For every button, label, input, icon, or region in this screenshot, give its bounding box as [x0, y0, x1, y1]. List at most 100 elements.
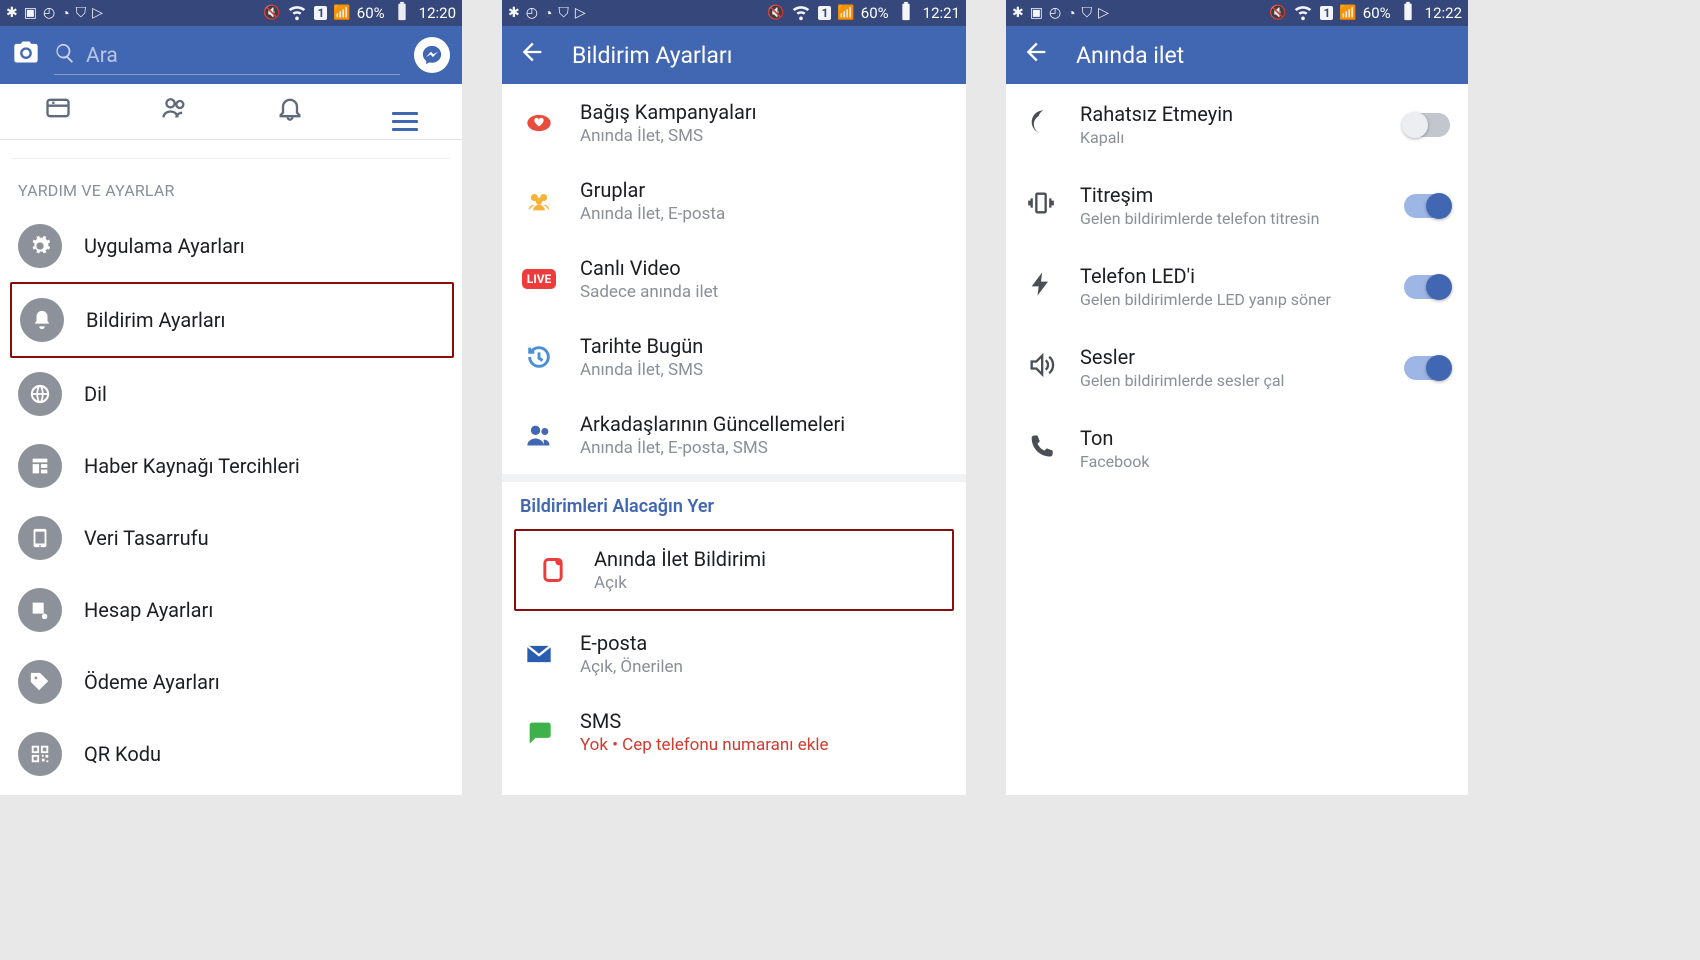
phone-handset-icon	[1024, 432, 1058, 466]
toggle-vibrate[interactable]	[1404, 194, 1450, 218]
setting-email[interactable]: E-posta Açık, Önerilen	[502, 615, 966, 693]
groups-icon	[520, 182, 558, 220]
menu-app-settings[interactable]: Uygulama Ayarları	[0, 210, 462, 282]
status-bar: ✱ ▣ ◴ ◔ ⛉ ▷ 🔇 1 📶 60% 12:20	[0, 0, 462, 26]
setting-title: Gruplar	[580, 178, 725, 202]
setting-push[interactable]: Anında İlet Bildirimi Açık	[514, 529, 954, 611]
menu-payment-settings[interactable]: Ödeme Ayarları	[0, 646, 462, 718]
setting-live-video[interactable]: LIVE Canlı Video Sadece anında ilet	[502, 240, 966, 318]
row-sub: Facebook	[1080, 452, 1149, 471]
battery-icon	[895, 0, 917, 26]
menu-newsfeed-prefs[interactable]: Haber Kaynağı Tercihleri	[0, 430, 462, 502]
row-title: Rahatsız Etmeyin	[1080, 102, 1233, 126]
battery-pct: 60%	[1363, 4, 1391, 22]
setting-sub: Anında İlet, E-posta	[580, 204, 725, 224]
toggle-sounds[interactable]	[1404, 356, 1450, 380]
setting-on-this-day[interactable]: Tarihte Bugün Anında İlet, SMS	[502, 318, 966, 396]
row-title: Telefon LED'i	[1080, 264, 1331, 288]
row-led[interactable]: Telefon LED'i Gelen bildirimlerde LED ya…	[1006, 246, 1468, 327]
menu-notification-settings[interactable]: Bildirim Ayarları	[10, 282, 454, 358]
row-title: Sesler	[1080, 345, 1284, 369]
settings-header: Anında ilet	[1006, 26, 1468, 84]
back-button[interactable]	[518, 38, 546, 72]
menu-qr-code[interactable]: QR Kodu	[0, 718, 462, 790]
clock-time: 12:22	[1425, 4, 1462, 22]
setting-sms[interactable]: SMS Yok • Cep telefonu numaranı ekle	[502, 693, 966, 771]
menu-label: Bildirim Ayarları	[86, 308, 225, 332]
setting-title: SMS	[580, 709, 828, 733]
setting-title: Canlı Video	[580, 256, 718, 280]
tab-friends[interactable]	[160, 94, 188, 129]
tab-bar	[0, 84, 462, 140]
play-icon: ▷	[575, 5, 586, 21]
setting-sub: Anında İlet, SMS	[580, 126, 757, 146]
tab-menu[interactable]	[392, 92, 418, 131]
toggle-led[interactable]	[1404, 275, 1450, 299]
tab-notifications[interactable]	[276, 94, 304, 129]
battery-pct: 60%	[861, 4, 889, 22]
search-input[interactable]: Ara	[54, 36, 400, 75]
shield-icon: ⛉	[558, 5, 569, 21]
facebook-header: Ara	[0, 26, 462, 84]
setting-sub: Sadece anında ilet	[580, 282, 718, 302]
setting-sub: Yok • Cep telefonu numaranı ekle	[580, 735, 828, 755]
row-sounds[interactable]: Sesler Gelen bildirimlerde sesler çal	[1006, 327, 1468, 408]
tag-icon	[18, 660, 62, 704]
tab-feed[interactable]	[44, 94, 72, 129]
screen-push-settings: ✱ ▣ ◴ ◔ ⛉ ▷ 🔇 1 📶 60% 12:22 Anında ilet	[1006, 0, 1468, 795]
back-button[interactable]	[1022, 38, 1050, 72]
push-icon	[534, 551, 572, 589]
menu-data-saver[interactable]: Veri Tasarrufu	[0, 502, 462, 574]
setting-sub: Anında İlet, SMS	[580, 360, 703, 380]
row-title: Ton	[1080, 426, 1149, 450]
page-title: Anında ilet	[1076, 42, 1184, 69]
clock-icon: ◴	[1049, 5, 1061, 21]
hash-icon: ✱	[6, 5, 18, 21]
status-bar: ✱ ▣ ◴ ◔ ⛉ ▷ 🔇 1 📶 60% 12:22	[1006, 0, 1468, 26]
row-dnd[interactable]: Rahatsız Etmeyin Kapalı	[1006, 84, 1468, 165]
menu-label: QR Kodu	[84, 742, 161, 766]
friends-icon	[520, 416, 558, 454]
account-icon	[18, 588, 62, 632]
live-icon: LIVE	[520, 260, 558, 298]
row-vibrate[interactable]: Titreşim Gelen bildirimlerde telefon tit…	[1006, 165, 1468, 246]
globe-icon	[18, 372, 62, 416]
setting-sub: Açık, Önerilen	[580, 657, 683, 677]
row-sub: Gelen bildirimlerde LED yanıp söner	[1080, 290, 1331, 309]
search-placeholder: Ara	[86, 44, 118, 68]
bell-icon	[20, 298, 64, 342]
pie-icon: ◔	[544, 5, 552, 22]
setting-groups[interactable]: Gruplar Anında İlet, E-posta	[502, 162, 966, 240]
setting-friends-updates[interactable]: Arkadaşlarının Güncellemeleri Anında İle…	[502, 396, 966, 474]
row-sub: Gelen bildirimlerde telefon titresin	[1080, 209, 1319, 228]
screen-menu: ✱ ▣ ◴ ◔ ⛉ ▷ 🔇 1 📶 60% 12:20	[0, 0, 462, 795]
row-ringtone[interactable]: Ton Facebook	[1006, 408, 1468, 489]
history-icon	[520, 338, 558, 376]
sim-icon: 1	[314, 6, 327, 20]
clock-icon: ◴	[526, 5, 538, 21]
clock-time: 12:20	[419, 4, 456, 22]
shield-icon: ⛉	[1082, 5, 1093, 21]
flash-icon	[1024, 270, 1058, 304]
menu-account-settings[interactable]: Hesap Ayarları	[0, 574, 462, 646]
menu-label: Ödeme Ayarları	[84, 670, 220, 694]
row-sub: Gelen bildirimlerde sesler çal	[1080, 371, 1284, 390]
menu-label: Uygulama Ayarları	[84, 234, 245, 258]
toggle-dnd[interactable]	[1404, 113, 1450, 137]
clock-icon: ◴	[43, 5, 55, 21]
where-you-receive-header: Bildirimleri Alacağın Yer	[502, 474, 966, 525]
clock-time: 12:21	[923, 4, 960, 22]
menu-language[interactable]: Dil	[0, 358, 462, 430]
row-sub: Kapalı	[1080, 128, 1233, 147]
setting-fundraisers[interactable]: Bağış Kampanyaları Anında İlet, SMS	[502, 84, 966, 162]
hash-icon: ✱	[1012, 5, 1024, 21]
wifi-icon	[790, 0, 812, 26]
messenger-button[interactable]	[414, 37, 450, 73]
camera-icon[interactable]	[12, 38, 40, 73]
setting-sub: Açık	[594, 573, 766, 593]
hash-icon: ✱	[508, 5, 520, 21]
signal-icon: 📶	[837, 5, 854, 21]
shield-icon: ⛉	[76, 5, 87, 21]
setting-title: Bağış Kampanyaları	[580, 100, 757, 124]
play-icon: ▷	[1098, 5, 1109, 21]
